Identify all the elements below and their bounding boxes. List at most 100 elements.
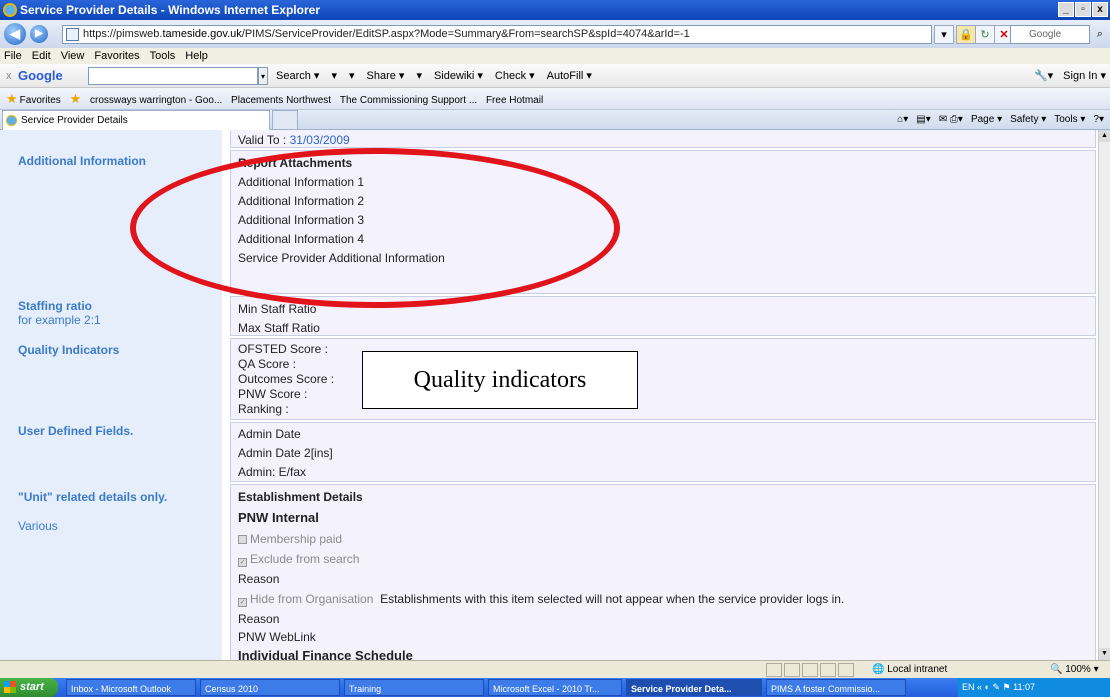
menu-help[interactable]: Help bbox=[185, 48, 208, 64]
attachment-item[interactable]: Additional Information 4 bbox=[238, 232, 364, 246]
min-staff-ratio: Min Staff Ratio bbox=[238, 302, 317, 316]
attachment-item[interactable]: Additional Information 3 bbox=[238, 213, 364, 227]
admin-efax: Admin: E/fax bbox=[238, 465, 307, 479]
sidewiki-button[interactable]: Sidewiki ▾ bbox=[434, 64, 483, 88]
favorite-link-1[interactable]: crossways warrington - Goo... bbox=[90, 95, 222, 106]
ranking: Ranking : bbox=[238, 402, 289, 416]
minimize-button[interactable]: _ bbox=[1058, 2, 1074, 17]
favorite-link-2[interactable]: Placements Northwest bbox=[231, 95, 331, 106]
menu-favorites[interactable]: Favorites bbox=[94, 48, 139, 64]
quality-list: OFSTED Score : QA Score : Outcomes Score… bbox=[238, 342, 334, 417]
quality-cell bbox=[230, 338, 1096, 420]
task-excel[interactable]: Microsoft Excel - 2010 Tr... bbox=[488, 679, 622, 696]
address-row: ◀ ▶ https://pimsweb.tameside.gov.uk/PIMS… bbox=[0, 20, 1110, 48]
finance-schedule-heading: Individual Finance Schedule bbox=[238, 648, 413, 660]
print-icon[interactable]: ✉ ⎙▾ bbox=[939, 110, 963, 130]
tray-icons[interactable]: « ◐ ✎ ⚑ bbox=[977, 682, 1011, 692]
search-icon[interactable]: ⌕ bbox=[1092, 25, 1108, 44]
autofill-button[interactable]: AutoFill ▾ bbox=[547, 64, 592, 88]
attachment-item[interactable]: Additional Information 2 bbox=[238, 194, 364, 208]
toolbar-item-2[interactable]: ▾ bbox=[331, 64, 337, 88]
toolbar-item-5[interactable]: ▾ bbox=[416, 64, 422, 88]
back-button[interactable]: ◀ bbox=[4, 23, 26, 45]
address-dropdown-button[interactable]: ▾ bbox=[934, 25, 954, 44]
url-prefix: https://pimsweb. bbox=[83, 28, 163, 40]
tools-menu[interactable]: Tools ▾ bbox=[1054, 110, 1085, 130]
vertical-scrollbar[interactable]: ▲ ▼ bbox=[1098, 130, 1110, 660]
sign-in-button[interactable]: Sign In ▾ bbox=[1063, 64, 1106, 88]
checkbox-checked-icon: ✓ bbox=[238, 598, 247, 607]
close-toolbar-icon[interactable]: x bbox=[6, 64, 12, 88]
new-tab-button[interactable] bbox=[272, 110, 298, 130]
task-census[interactable]: Census 2010 bbox=[200, 679, 340, 696]
status-segment bbox=[820, 663, 836, 677]
lock-icon[interactable]: 🔒 bbox=[956, 25, 976, 44]
label-column bbox=[0, 130, 222, 660]
refresh-button[interactable]: ↻ bbox=[975, 25, 995, 44]
menu-tools[interactable]: Tools bbox=[150, 48, 176, 64]
share-button[interactable]: Share ▾ bbox=[367, 64, 405, 88]
restore-button[interactable]: ▫ bbox=[1075, 2, 1091, 17]
menu-view[interactable]: View bbox=[61, 48, 85, 64]
google-search-button[interactable]: Search ▾ bbox=[276, 64, 319, 88]
add-favorite-icon[interactable]: ★ bbox=[70, 91, 82, 106]
ie-window: Service Provider Details - Windows Inter… bbox=[0, 0, 1110, 697]
tab-title: Service Provider Details bbox=[21, 115, 128, 126]
task-outlook[interactable]: Inbox - Microsoft Outlook bbox=[66, 679, 196, 696]
forward-button[interactable]: ▶ bbox=[30, 25, 48, 43]
home-icon[interactable]: ⌂▾ bbox=[897, 110, 908, 130]
tab-service-provider[interactable]: Service Provider Details bbox=[2, 110, 270, 130]
attachment-item[interactable]: Service Provider Additional Information bbox=[238, 251, 445, 265]
address-input[interactable]: https://pimsweb.tameside.gov.uk/PIMS/Ser… bbox=[62, 25, 932, 44]
page-menu[interactable]: Page ▾ bbox=[971, 110, 1002, 130]
url-domain: tameside.gov.uk bbox=[162, 28, 242, 40]
quality-indicators-callout: Quality indicators bbox=[362, 351, 638, 409]
toolbar-item-3[interactable]: ▾ bbox=[349, 64, 355, 88]
language-indicator[interactable]: EN bbox=[962, 682, 975, 692]
ie-logo-icon bbox=[3, 3, 17, 17]
safety-menu[interactable]: Safety ▾ bbox=[1010, 110, 1046, 130]
staffing-cell bbox=[230, 296, 1096, 336]
staffing-ratio-label: Staffing ratio bbox=[18, 299, 92, 313]
feeds-icon[interactable]: ▤▾ bbox=[916, 110, 930, 130]
system-tray: EN « ◐ ✎ ⚑ 11:07 bbox=[958, 678, 1110, 697]
search-input[interactable]: Google bbox=[1010, 25, 1090, 44]
close-button[interactable]: x bbox=[1092, 2, 1108, 17]
menu-file[interactable]: File bbox=[4, 48, 22, 64]
zoom-level[interactable]: 🔍 100% ▾ bbox=[1050, 661, 1099, 679]
status-segment bbox=[784, 663, 800, 677]
menu-edit[interactable]: Edit bbox=[32, 48, 51, 64]
wrench-icon[interactable]: 🔧▾ bbox=[1034, 64, 1053, 88]
membership-paid-checkbox: Membership paid bbox=[238, 532, 342, 546]
valid-to-cell bbox=[230, 130, 1096, 148]
report-attachments-heading: Report Attachments bbox=[238, 156, 353, 170]
security-zone: 🌐 Local intranet bbox=[872, 664, 948, 675]
start-button[interactable]: start bbox=[0, 678, 58, 697]
google-search-input[interactable] bbox=[88, 67, 258, 85]
task-training[interactable]: Training bbox=[344, 679, 484, 696]
attachment-item[interactable]: Additional Information 1 bbox=[238, 175, 364, 189]
task-pims[interactable]: PIMS A foster Commissio... bbox=[766, 679, 906, 696]
status-segment bbox=[838, 663, 854, 677]
url-rest: /PIMS/ServiceProvider/EditSP.aspx?Mode=S… bbox=[241, 28, 690, 40]
help-icon[interactable]: ?▾ bbox=[1093, 110, 1104, 130]
additional-info-label: Additional Information bbox=[18, 154, 146, 168]
check-button[interactable]: Check ▾ bbox=[495, 64, 535, 88]
staffing-hint: for example 2:1 bbox=[18, 313, 101, 327]
valid-to: Valid To : 31/03/2009 bbox=[238, 133, 350, 147]
quality-indicators-label: Quality Indicators bbox=[18, 343, 120, 357]
qa-score: QA Score : bbox=[238, 357, 297, 371]
favorite-link-3[interactable]: The Commissioning Support ... bbox=[340, 95, 477, 106]
scroll-up-icon[interactable]: ▲ bbox=[1099, 130, 1110, 142]
task-service-provider[interactable]: Service Provider Deta... bbox=[626, 679, 762, 696]
admin-date-2: Admin Date 2[ins] bbox=[238, 446, 333, 460]
ie-tab-icon bbox=[6, 115, 17, 126]
favorites-star-icon[interactable]: ★ bbox=[6, 91, 18, 106]
reason-label: Reason bbox=[238, 572, 280, 586]
google-search-dropdown[interactable]: ▾ bbox=[258, 67, 268, 85]
scroll-down-icon[interactable]: ▼ bbox=[1099, 648, 1110, 660]
google-toolbar: x Google ▾ Search ▾ ▾ ▾ Share ▾ ▾ Sidewi… bbox=[0, 64, 1110, 88]
favorites-button[interactable]: Favorites bbox=[20, 95, 61, 106]
ofsted-score: OFSTED Score : bbox=[238, 342, 329, 356]
favorite-link-4[interactable]: Free Hotmail bbox=[486, 95, 543, 106]
